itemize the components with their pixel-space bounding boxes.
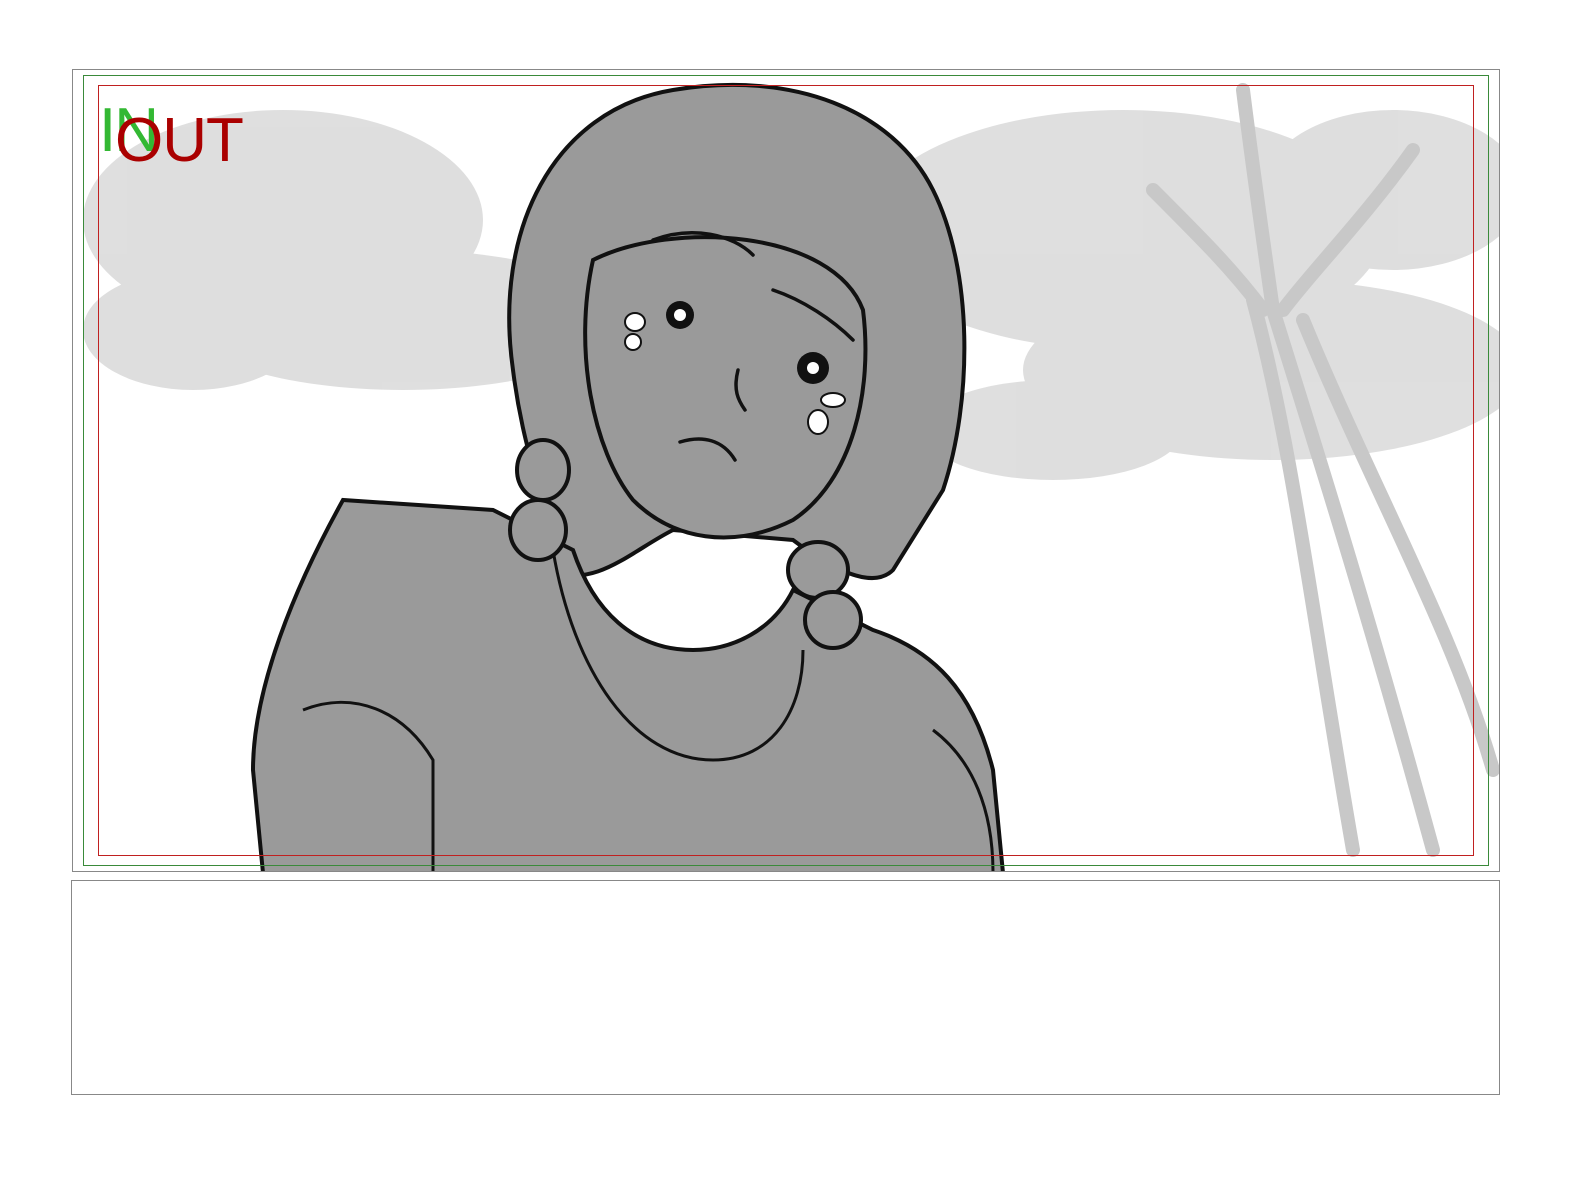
notes-box[interactable] <box>71 880 1500 1095</box>
panel-artwork <box>83 82 1499 871</box>
storyboard-panel: IN OUT <box>72 69 1500 872</box>
face-shape <box>583 235 868 540</box>
out-frame-label: OUT <box>115 106 244 175</box>
notes-text <box>72 881 1499 901</box>
